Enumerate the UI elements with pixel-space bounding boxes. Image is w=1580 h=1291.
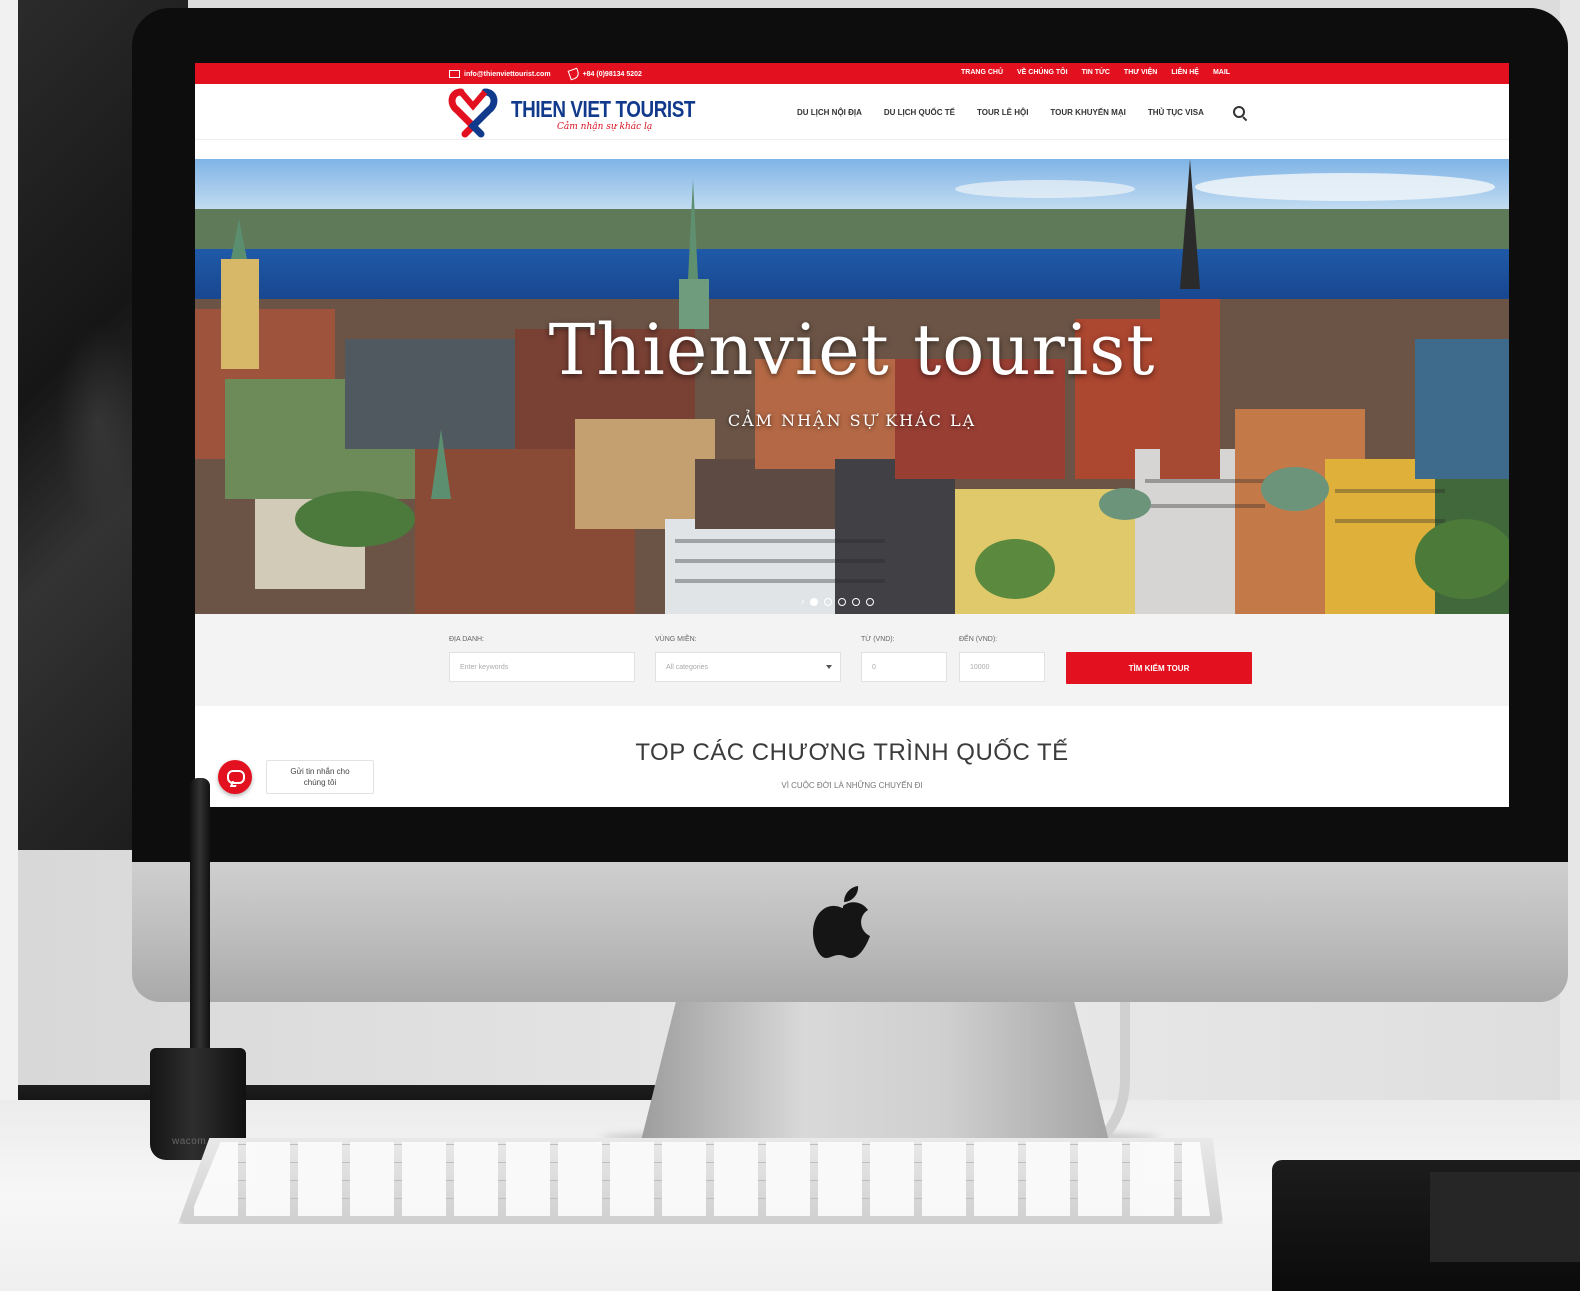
- brand-name[interactable]: THIEN VIET TOURIST: [511, 96, 695, 123]
- brand-slogan: Cảm nhận sự khác lạ: [557, 122, 653, 132]
- search-tour-button[interactable]: TÌM KIẾM TOUR: [1066, 652, 1252, 684]
- destination-label: ĐỊA DANH:: [449, 636, 485, 643]
- slider-pagination: ›: [801, 596, 875, 607]
- nav-domestic-tours[interactable]: DU LỊCH NỘI ĐỊA: [797, 108, 862, 117]
- toplink-news[interactable]: TIN TỨC: [1082, 69, 1110, 76]
- photo-scene: info@thienviettourist.com +84 (0)98134 5…: [0, 0, 1580, 1291]
- slider-dot[interactable]: [866, 597, 875, 606]
- imac-stand: [640, 995, 1110, 1145]
- slider-next-icon[interactable]: ›: [801, 596, 804, 607]
- pen-holder-label: wacom: [172, 1136, 207, 1147]
- website-screen: info@thienviettourist.com +84 (0)98134 5…: [195, 63, 1509, 807]
- hero-slider: Thienviet tourist CẢM NHẬN SỰ KHÁC LẠ ›: [195, 159, 1509, 614]
- phone-text: +84 (0)98134 5202: [582, 70, 642, 78]
- stylus-pen: [190, 778, 210, 1068]
- chat-prompt-line2: chúng tôi: [303, 778, 337, 787]
- phone-contact[interactable]: +84 (0)98134 5202: [567, 67, 642, 81]
- toplink-home[interactable]: TRANG CHỦ: [961, 69, 1003, 76]
- hero-subtitle: CẢM NHẬN SỰ KHÁC LẠ: [727, 411, 977, 430]
- toplink-mail[interactable]: MAIL: [1213, 69, 1230, 76]
- main-nav: DU LỊCH NỘI ĐỊA DU LỊCH QUỐC TẾ TOUR LỄ …: [797, 108, 1204, 117]
- slider-dot[interactable]: [852, 597, 861, 606]
- email-text: info@thienviettourist.com: [464, 70, 551, 78]
- chevron-down-icon: [826, 665, 832, 669]
- tour-search-form: ĐỊA DANH: VÙNG MIỀN: TỪ (VND): ĐẾN (VND)…: [195, 614, 1509, 706]
- region-select[interactable]: All categories: [655, 652, 841, 682]
- mail-icon: [449, 70, 460, 78]
- slider-dot[interactable]: [824, 597, 833, 606]
- wall-left: [0, 0, 18, 1291]
- section-subtitle: VÌ CUỘC ĐỜI LÀ NHỮNG CHUYẾN ĐI: [781, 781, 923, 790]
- toplink-contact[interactable]: LIÊN HỆ: [1171, 69, 1199, 76]
- toplink-about[interactable]: VỀ CHÚNG TÔI: [1017, 69, 1068, 76]
- price-to-label: ĐẾN (VND):: [959, 636, 998, 643]
- nav-festival-tours[interactable]: TOUR LỄ HỘI: [977, 108, 1028, 117]
- region-label: VÙNG MIỀN:: [655, 636, 697, 643]
- search-icon[interactable]: [1233, 106, 1245, 118]
- chat-button[interactable]: [218, 760, 252, 794]
- slider-dot[interactable]: [838, 597, 847, 606]
- top-contact-bar: info@thienviettourist.com +84 (0)98134 5…: [195, 63, 1509, 84]
- phone-icon: [567, 67, 580, 81]
- keyboard-keys: [190, 1142, 1210, 1216]
- section-title: TOP CÁC CHƯƠNG TRÌNH QUỐC TẾ: [635, 739, 1069, 766]
- nav-promo-tours[interactable]: TOUR KHUYẾN MẠI: [1050, 108, 1125, 117]
- hero-title: Thienviet tourist: [548, 309, 1156, 391]
- site-header: THIEN VIET TOURIST Cảm nhận sự khác lạ D…: [195, 84, 1509, 140]
- region-select-value: All categories: [666, 664, 709, 671]
- price-to-input[interactable]: 10000: [959, 652, 1045, 682]
- chat-bubble-icon: [227, 770, 245, 784]
- slider-dot[interactable]: [810, 597, 819, 606]
- chat-prompt[interactable]: Gửi tin nhắn cho chúng tôi: [266, 760, 374, 794]
- price-from-input[interactable]: 0: [861, 652, 947, 682]
- chat-prompt-line1: Gửi tin nhắn cho: [290, 767, 350, 776]
- apple-logo-icon: [812, 886, 870, 958]
- email-contact[interactable]: info@thienviettourist.com: [449, 69, 551, 79]
- nav-international-tours[interactable]: DU LỊCH QUỐC TẾ: [884, 108, 955, 117]
- price-from-label: TỪ (VND):: [861, 636, 895, 643]
- tablet-surface: [1430, 1172, 1580, 1262]
- nav-visa[interactable]: THỦ TỤC VISA: [1148, 108, 1204, 117]
- keyword-input[interactable]: Enter keywords: [449, 652, 635, 682]
- toplink-library[interactable]: THƯ VIỆN: [1124, 69, 1157, 76]
- thienviet-logo-icon[interactable]: [447, 88, 499, 138]
